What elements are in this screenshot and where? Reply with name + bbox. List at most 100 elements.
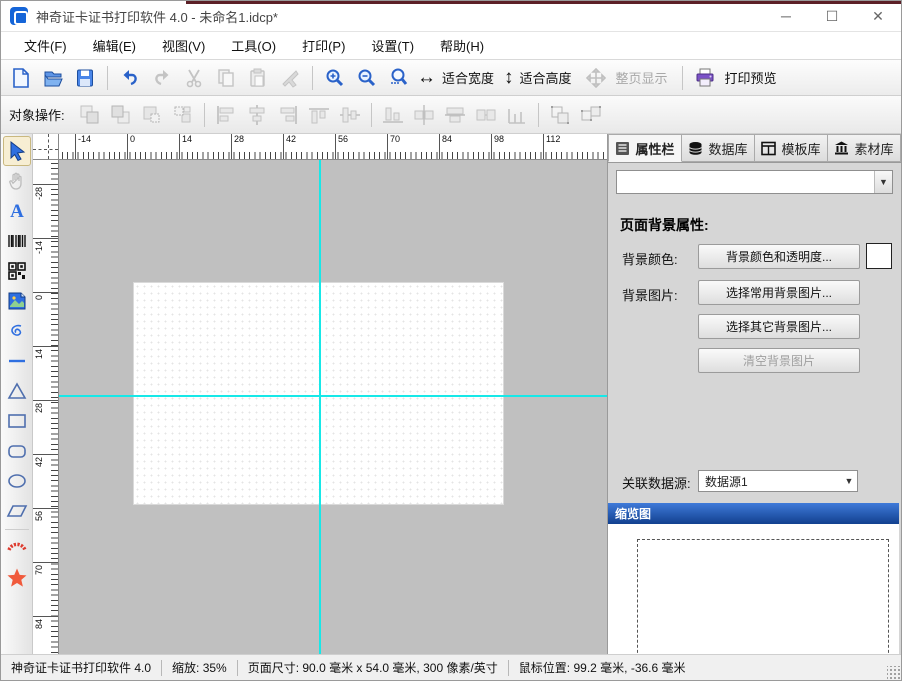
paste-icon [244,64,272,92]
image-tool[interactable] [3,286,31,316]
properties-icon [615,141,630,156]
app-window: 神奇证卡证书打印软件 4.0 - 未命名1.idcp* ─ ☐ ✕ 文件(F) … [0,0,902,681]
main-area: A [1,134,901,656]
h-ruler-mark: 56 [335,134,348,159]
line-tool[interactable] [3,346,31,376]
select-common-bg-button[interactable]: 选择常用背景图片... [698,280,860,305]
fit-height-icon[interactable]: ↕ [504,68,514,87]
fit-height-label[interactable]: 适合高度 [520,68,572,87]
window-title: 神奇证卡证书打印软件 4.0 - 未命名1.idcp* [36,7,278,26]
menu-edit[interactable]: 编辑(E) [80,32,149,59]
main-toolbar: ↔ 适合宽度 ↕ 适合高度 整页显示 打印预览 [1,59,901,96]
freehand-curve-tool[interactable] [3,316,31,346]
status-mouse-position: 鼠标位置: 99.2 毫米, -36.6 毫米 [509,659,696,676]
align-bottom-icon [379,101,407,129]
zoom-custom-icon[interactable] [385,64,413,92]
thumbnail-preview [637,539,889,673]
status-page-size: 页面尺寸: 90.0 毫米 x 54.0 毫米, 300 像素/英寸 [238,659,508,676]
rounded-rectangle-tool[interactable] [3,436,31,466]
cut-icon [180,64,208,92]
screen-edge-strip [186,1,901,4]
menu-tools[interactable]: 工具(O) [218,32,289,59]
h-ruler-mark: 70 [387,134,400,159]
close-button[interactable]: ✕ [855,1,901,31]
chevron-down-icon[interactable]: ▼ [874,171,892,193]
group-icon [546,101,574,129]
menu-file[interactable]: 文件(F) [11,32,80,59]
v-ruler-mark: -14 [34,241,44,254]
minimize-button[interactable]: ─ [763,1,809,31]
fit-width-icon[interactable]: ↔ [417,68,436,87]
ruler-origin-box [33,134,59,160]
send-backward-icon [169,101,197,129]
h-ruler-mark: 84 [439,134,452,159]
chevron-down-icon[interactable]: ▼ [841,471,857,491]
undo-icon[interactable] [116,64,144,92]
zoom-in-icon[interactable] [321,64,349,92]
menu-settings[interactable]: 设置(T) [358,32,427,59]
properties-panel: ▼ 页面背景属性: 背景颜色: 背景颜色和透明度... 背景图片: 选择常用背景… [608,162,901,656]
qrcode-tool[interactable] [3,256,31,286]
bg-image-label: 背景图片: [622,285,678,304]
menu-print[interactable]: 打印(P) [289,32,358,59]
tab-templates[interactable]: 模板库 [755,134,828,162]
align-center-vertical-icon [243,101,271,129]
vertical-guide-line [319,160,321,656]
v-ruler-mark: 84 [34,619,44,629]
h-ruler-mark: 14 [179,134,192,159]
select-other-bg-button[interactable]: 选择其它背景图片... [698,314,860,339]
tab-properties[interactable]: 属性栏 [608,134,682,162]
bring-forward-icon [138,101,166,129]
pan-tool [3,166,31,196]
right-panel: 属性栏 数据库 模板库 素材库 ▼ [607,134,901,656]
tab-database[interactable]: 数据库 [682,134,755,162]
horizontal-ruler: -14 0 14 28 42 56 70 84 98 112 [59,134,609,160]
object-selector-combobox[interactable]: ▼ [616,170,893,194]
select-tool[interactable] [3,136,31,166]
database-icon [688,141,703,156]
maximize-button[interactable]: ☐ [809,1,855,31]
bg-color-swatch[interactable] [866,243,892,269]
resize-grip[interactable] [887,666,901,680]
v-ruler-mark: 56 [34,511,44,521]
stamp-seal-tool[interactable] [3,533,31,563]
save-icon[interactable] [71,64,99,92]
bring-to-front-icon [76,101,104,129]
open-file-icon[interactable] [39,64,67,92]
print-preview-icon[interactable] [691,64,719,92]
barcode-tool[interactable] [3,226,31,256]
print-preview-label[interactable]: 打印预览 [725,68,777,87]
h-ruler-mark: -14 [75,134,91,159]
send-to-back-icon [107,101,135,129]
bg-color-button[interactable]: 背景颜色和透明度... [698,244,860,269]
same-size-icon [472,101,500,129]
tool-palette: A [1,134,33,656]
template-icon [761,141,776,156]
fit-width-label[interactable]: 适合宽度 [442,68,494,87]
star-tool[interactable] [3,563,31,593]
ellipse-tool[interactable] [3,466,31,496]
menu-help[interactable]: 帮助(H) [427,32,497,59]
rectangle-tool[interactable] [3,406,31,436]
thumbnail-header: 缩览图 [608,503,899,524]
tab-materials[interactable]: 素材库 [828,134,901,162]
tab-templates-label: 模板库 [781,139,820,158]
object-toolbar-label: 对象操作: [9,105,65,124]
material-library-icon [834,141,849,156]
new-file-icon[interactable] [7,64,35,92]
menu-bar: 文件(F) 编辑(E) 视图(V) 工具(O) 打印(P) 设置(T) 帮助(H… [1,31,901,59]
v-ruler-mark: 28 [34,403,44,413]
parallelogram-tool[interactable] [3,496,31,526]
menu-view[interactable]: 视图(V) [149,32,218,59]
datasource-label: 关联数据源: [622,473,691,492]
datasource-value: 数据源1 [699,471,841,491]
triangle-tool[interactable] [3,376,31,406]
same-width-icon [410,101,438,129]
design-canvas[interactable] [59,160,609,656]
datasource-row: 关联数据源: 数据源1 ▼ [608,468,901,498]
align-right-icon [274,101,302,129]
text-tool[interactable]: A [3,196,31,226]
datasource-combobox[interactable]: 数据源1 ▼ [698,470,858,492]
ungroup-icon [577,101,605,129]
zoom-out-icon[interactable] [353,64,381,92]
